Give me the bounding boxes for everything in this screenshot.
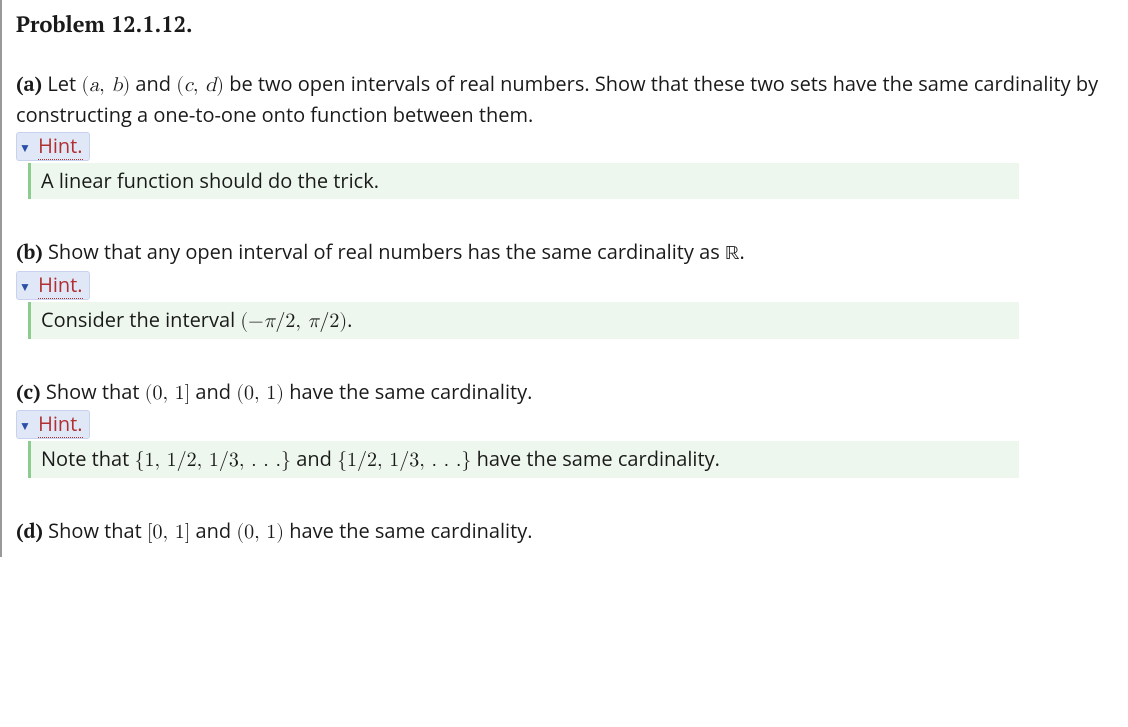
math-interval-cd: (c, d) [176, 75, 224, 95]
part-d-statement: (d) Show that [0, 1] and (0, 1) have the… [16, 516, 1122, 547]
chevron-down-icon: ▼ [19, 139, 31, 156]
hint-toggle-b[interactable]: ▼ Hint. [16, 271, 90, 300]
hint-label: Hint. [38, 132, 82, 160]
math-pi-interval: (−π/2, π/2) [240, 311, 347, 331]
problem-block: Problem 12.1.12. (a) Let (a, b) and (c, … [0, 0, 1128, 557]
math-set1: {1, 1/2, 1/3, . . .} [134, 450, 291, 470]
math-01-closed-both: [0, 1] [147, 522, 190, 542]
hint-a: A linear function should do the trick. [28, 163, 1019, 199]
part-a-statement: (a) Let (a, b) and (c, d) be two open in… [16, 69, 1122, 130]
part-c: (c) Show that (0, 1] and (0, 1) have the… [16, 377, 1122, 478]
hint-label: Hint. [38, 271, 82, 299]
chevron-down-icon: ▼ [19, 417, 31, 434]
hint-label: Hint. [38, 410, 82, 438]
math-set2: {1/2, 1/3, . . .} [337, 450, 471, 470]
math-01open: (0, 1) [236, 383, 284, 403]
part-b: (b) Show that any open interval of real … [16, 237, 1122, 339]
part-d: (d) Show that [0, 1] and (0, 1) have the… [16, 516, 1122, 547]
hint-b: Consider the interval (−π/2, π/2). [28, 302, 1019, 339]
hint-c: Note that {1, 1/2, 1/3, . . .} and {1/2,… [28, 441, 1019, 478]
math-reals: ℝ [725, 244, 740, 264]
math-01open-d: (0, 1) [236, 522, 284, 542]
part-label: (b) [16, 238, 43, 265]
hint-toggle-a[interactable]: ▼ Hint. [16, 132, 90, 161]
chevron-down-icon: ▼ [19, 278, 31, 295]
part-a: (a) Let (a, b) and (c, d) be two open in… [16, 69, 1122, 199]
math-01closed: (0, 1] [145, 383, 191, 403]
part-label: (a) [16, 70, 42, 97]
part-label: (d) [16, 517, 43, 544]
part-label: (c) [16, 378, 41, 405]
problem-title: Problem 12.1.12. [16, 8, 1122, 41]
part-c-statement: (c) Show that (0, 1] and (0, 1) have the… [16, 377, 1122, 408]
part-b-statement: (b) Show that any open interval of real … [16, 237, 1122, 269]
math-interval-ab: (a, b) [81, 75, 130, 95]
hint-toggle-c[interactable]: ▼ Hint. [16, 410, 90, 439]
